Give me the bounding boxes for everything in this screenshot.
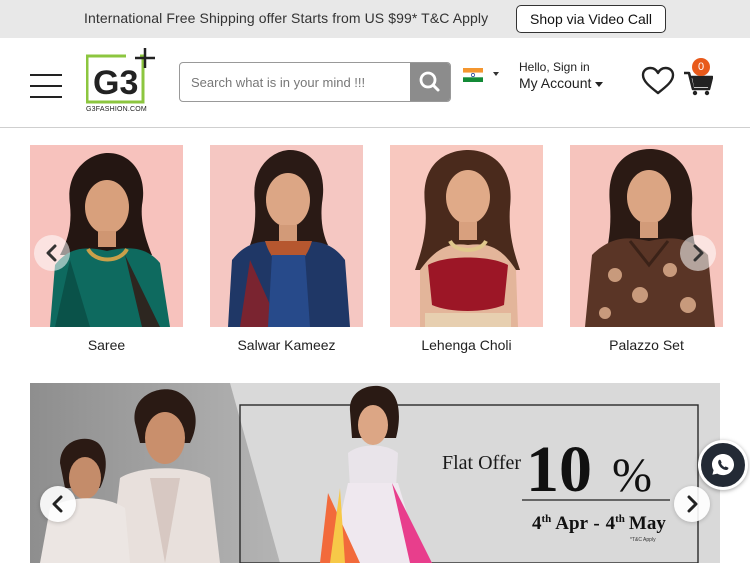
search-input[interactable] xyxy=(180,63,412,101)
logo-mark-text: G3 xyxy=(93,64,138,102)
site-header: G3 G3FASHION.COM Hello, Sign in My Accou… xyxy=(0,38,750,128)
menu-icon[interactable] xyxy=(30,73,62,99)
chevron-left-icon xyxy=(46,244,57,262)
carousel-prev-button[interactable] xyxy=(34,235,70,271)
category-card-salwar-kameez[interactable]: Salwar Kameez xyxy=(210,145,363,353)
category-card-lehenga-choli[interactable]: Lehenga Choli xyxy=(390,145,543,353)
carousel-next-button[interactable] xyxy=(680,235,716,271)
cart-icon[interactable]: 0 xyxy=(683,58,714,96)
offer-prefix-text: Flat Offer xyxy=(442,452,521,474)
search-button[interactable] xyxy=(410,63,450,101)
offer-terms-text: *T&C Apply xyxy=(630,537,656,543)
search-icon xyxy=(419,71,440,92)
category-label-salwar-kameez: Salwar Kameez xyxy=(237,337,336,353)
banner-image: Flat Offer 10 % 4th Apr -4th May *T&C Apply xyxy=(30,383,720,563)
whatsapp-chat-button[interactable] xyxy=(698,440,748,490)
offer-unit-text: % xyxy=(612,449,652,502)
shipping-promo-text: International Free Shipping offer Starts… xyxy=(84,10,489,26)
category-image-lehenga-choli xyxy=(390,145,543,327)
chevron-down-icon xyxy=(595,81,604,87)
whatsapp-icon xyxy=(712,454,734,476)
account-label-row: My Account xyxy=(519,75,604,91)
offer-value-text: 10 xyxy=(526,433,592,506)
g3-logo[interactable]: G3 G3FASHION.COM xyxy=(85,46,156,113)
account-greeting: Hello, Sign in xyxy=(519,60,590,74)
cart-count-badge: 0 xyxy=(692,58,710,76)
account-label: My Account xyxy=(519,75,592,91)
banner-next-button[interactable] xyxy=(674,486,710,522)
chevron-right-icon xyxy=(693,244,704,262)
search-bar xyxy=(179,62,451,102)
account-menu[interactable]: Hello, Sign in My Account xyxy=(519,60,604,91)
category-label-saree: Saree xyxy=(87,337,126,353)
chevron-right-icon xyxy=(687,495,698,513)
g3-logo-mark: G3 xyxy=(85,48,155,104)
category-carousel: Saree Salwar Kameez Lehenga Choli Palazz… xyxy=(0,145,750,360)
chevron-down-icon[interactable] xyxy=(493,72,499,76)
promo-banner[interactable]: Flat Offer 10 % 4th Apr -4th May *T&C Apply xyxy=(30,383,720,563)
chevron-left-icon xyxy=(52,495,63,513)
india-flag-icon[interactable] xyxy=(463,68,483,82)
banner-prev-button[interactable] xyxy=(40,486,76,522)
category-label-lehenga-choli: Lehenga Choli xyxy=(421,337,512,353)
category-image-salwar-kameez xyxy=(210,145,363,327)
promo-bar: International Free Shipping offer Starts… xyxy=(0,0,750,38)
heart-icon[interactable] xyxy=(641,66,675,96)
logo-text: G3FASHION.COM xyxy=(86,106,147,113)
category-label-palazzo-set: Palazzo Set xyxy=(609,337,684,353)
shop-via-video-call-button[interactable]: Shop via Video Call xyxy=(516,5,666,33)
